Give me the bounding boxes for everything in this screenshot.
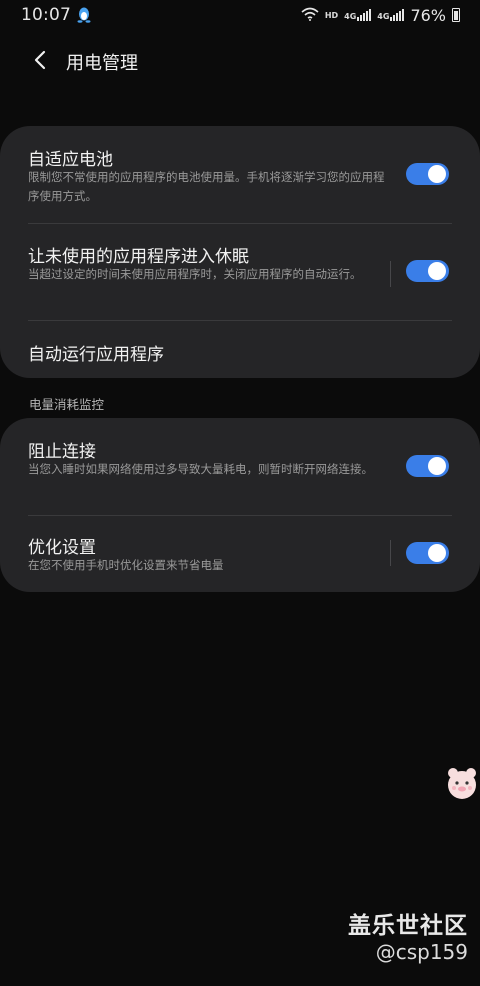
toggle-knob bbox=[428, 457, 446, 475]
block-connection-toggle[interactable] bbox=[406, 455, 449, 477]
floating-mascot-icon[interactable] bbox=[444, 764, 480, 802]
hd-label: HD bbox=[324, 10, 339, 20]
network-4g-label-2: 4G bbox=[377, 12, 390, 21]
signal-icon-1 bbox=[357, 9, 372, 21]
wifi-icon bbox=[301, 6, 319, 25]
battery-percent: 76% bbox=[410, 5, 446, 25]
toggle-knob bbox=[428, 262, 446, 280]
battery-settings-card: 自适应电池 限制您不常使用的应用程序的电池使用量。手机将逐渐学习您的应用程序使用… bbox=[0, 126, 480, 378]
qq-penguin-icon bbox=[77, 7, 91, 23]
network-4g-label-1: 4G bbox=[344, 12, 357, 21]
sleep-unused-apps-title: 让未使用的应用程序进入休眠 bbox=[28, 247, 249, 267]
sleep-unused-apps-row[interactable]: 让未使用的应用程序进入休眠 当超过设定的时间未使用应用程序时，关闭应用程序的自动… bbox=[0, 224, 480, 320]
watermark-brand: 盖乐世社区 bbox=[348, 913, 468, 939]
sleep-unused-apps-subtitle: 当超过设定的时间未使用应用程序时，关闭应用程序的自动运行。 bbox=[28, 267, 362, 281]
optimize-settings-row[interactable]: 优化设置 在您不使用手机时优化设置来节省电量 bbox=[0, 516, 480, 592]
adaptive-battery-toggle[interactable] bbox=[406, 163, 449, 185]
toggle-knob bbox=[428, 165, 446, 183]
optimize-settings-title: 优化设置 bbox=[28, 538, 96, 558]
vertical-separator bbox=[390, 540, 391, 566]
adaptive-battery-subtitle: 限制您不常使用的应用程序的电池使用量。手机将逐渐学习您的应用程序使用方式。 bbox=[28, 170, 385, 203]
block-connection-subtitle: 当您入睡时如果网络使用过多导致大量耗电，则暂时断开网络连接。 bbox=[28, 462, 373, 476]
optimize-settings-subtitle: 在您不使用手机时优化设置来节省电量 bbox=[28, 558, 224, 572]
sleep-unused-apps-toggle[interactable] bbox=[406, 260, 449, 282]
toggle-knob bbox=[428, 544, 446, 562]
status-bar: 10:07 HD 4G 4G 76% bbox=[0, 0, 480, 30]
block-connection-row[interactable]: 阻止连接 当您入睡时如果网络使用过多导致大量耗电，则暂时断开网络连接。 bbox=[0, 418, 480, 515]
battery-icon bbox=[452, 8, 460, 22]
power-monitoring-section-label: 电量消耗监控 bbox=[29, 397, 105, 412]
status-time: 10:07 bbox=[21, 5, 71, 25]
page-title: 用电管理 bbox=[66, 53, 138, 74]
power-monitoring-card: 阻止连接 当您入睡时如果网络使用过多导致大量耗电，则暂时断开网络连接。 优化设置… bbox=[0, 418, 480, 592]
chevron-left-icon bbox=[33, 50, 47, 74]
adaptive-battery-row[interactable]: 自适应电池 限制您不常使用的应用程序的电池使用量。手机将逐渐学习您的应用程序使用… bbox=[0, 126, 480, 223]
signal-icon-2 bbox=[390, 9, 405, 21]
adaptive-battery-title: 自适应电池 bbox=[28, 150, 113, 170]
auto-run-apps-row[interactable]: 自动运行应用程序 bbox=[0, 321, 480, 378]
block-connection-title: 阻止连接 bbox=[28, 442, 96, 462]
back-button[interactable] bbox=[20, 42, 60, 82]
auto-run-apps-title: 自动运行应用程序 bbox=[28, 345, 164, 365]
watermark-user: @csp159 bbox=[375, 940, 468, 964]
vertical-separator bbox=[390, 261, 391, 287]
optimize-settings-toggle[interactable] bbox=[406, 542, 449, 564]
app-header: 用电管理 bbox=[0, 42, 480, 82]
